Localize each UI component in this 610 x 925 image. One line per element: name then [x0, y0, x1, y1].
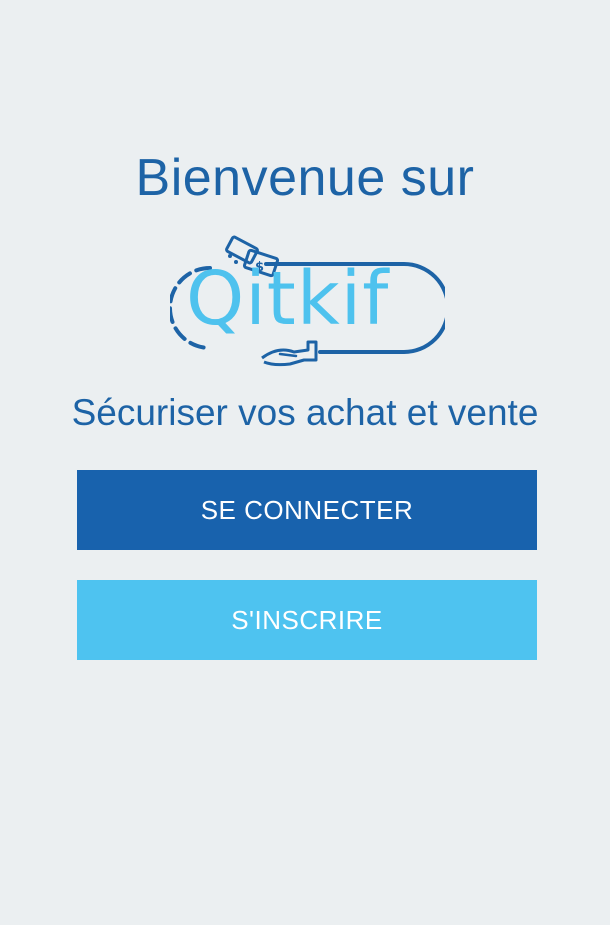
tagline: Sécuriser vos achat et vente	[71, 392, 539, 433]
receiving-hand-icon	[261, 340, 318, 367]
logo-wordmark: Qitkif	[186, 256, 390, 342]
signup-button[interactable]: S'INSCRIRE	[77, 580, 537, 660]
login-button[interactable]: SE CONNECTER	[77, 470, 537, 550]
welcome-screen: Bienvenue sur $ Qitkif Sécuriser vos ach…	[0, 0, 610, 925]
welcome-title: Bienvenue sur	[135, 149, 475, 207]
